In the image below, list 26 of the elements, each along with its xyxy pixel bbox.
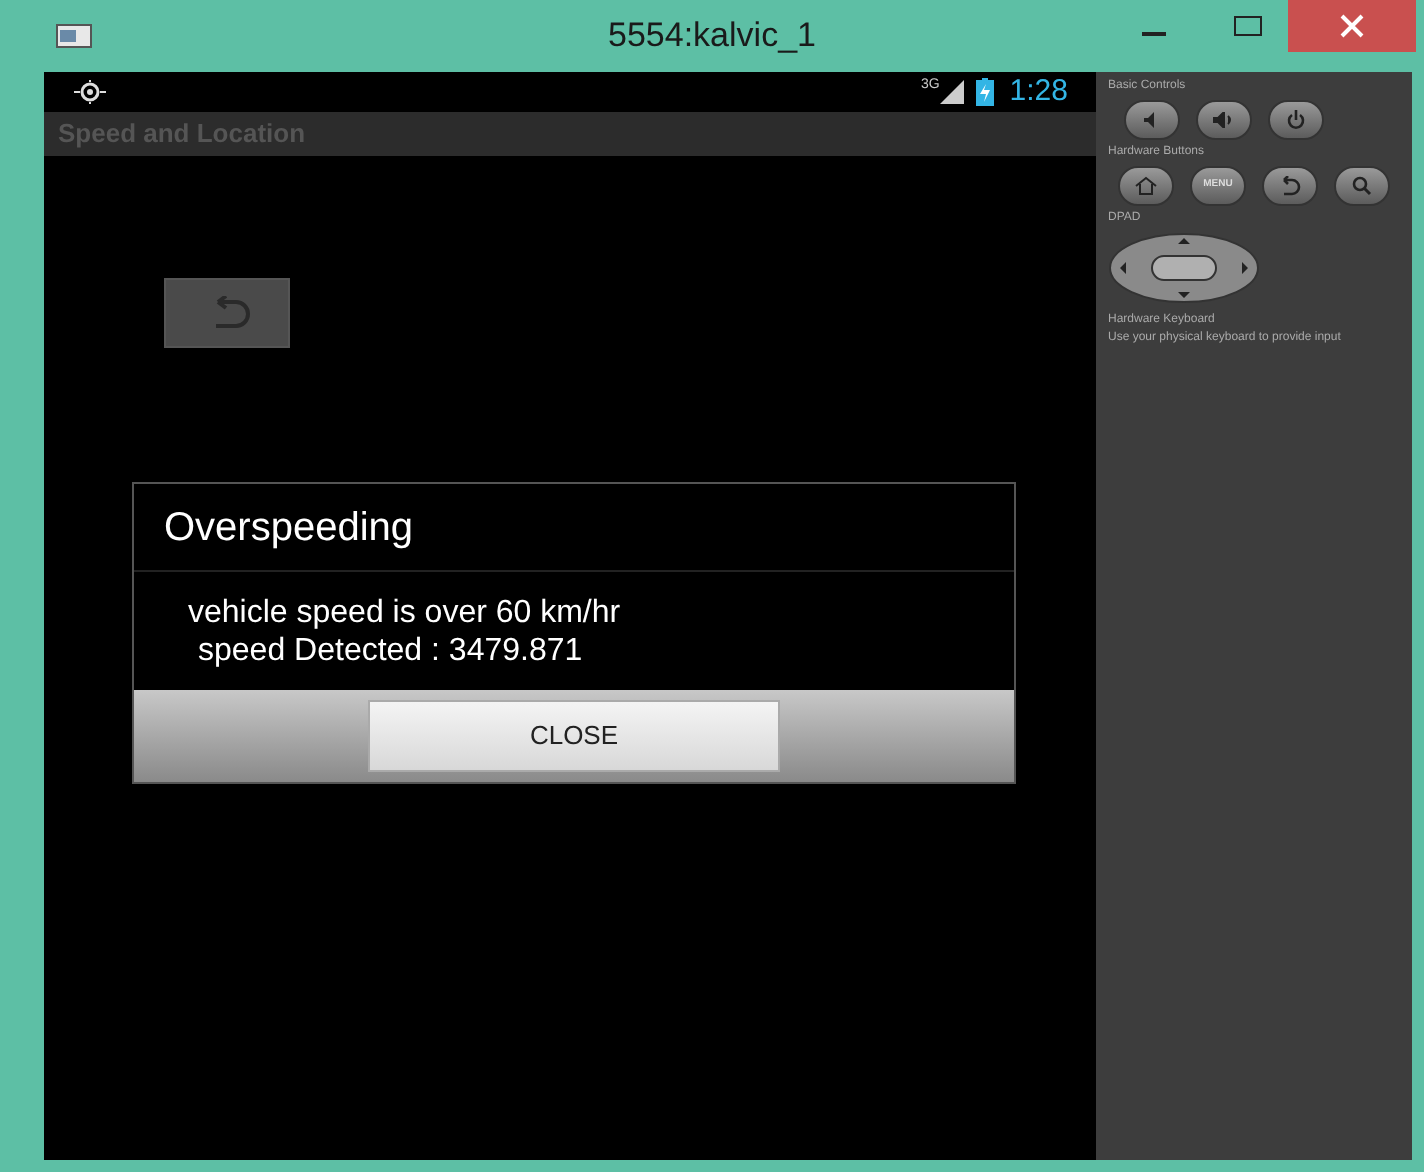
dialog-message: vehicle speed is over 60 km/hr	[188, 593, 623, 631]
volume-up-button[interactable]	[1196, 100, 1252, 140]
close-button[interactable]	[1288, 0, 1416, 52]
dialog-message: speed Detected : 3479.871	[196, 631, 585, 669]
battery-icon	[975, 78, 994, 106]
power-icon	[1286, 110, 1306, 130]
window-title: 5554:kalvic_1	[608, 14, 816, 59]
home-button[interactable]	[1118, 166, 1174, 206]
volume-down-button[interactable]	[1124, 100, 1180, 140]
close-icon	[1340, 14, 1364, 38]
search-icon	[1352, 176, 1372, 196]
dialog-title: Overspeeding	[164, 503, 414, 553]
search-button[interactable]	[1334, 166, 1390, 206]
speaker-icon	[1212, 112, 1236, 128]
signal-icon	[939, 80, 964, 104]
status-time: 1:28	[1009, 71, 1068, 112]
minimize-icon	[1142, 32, 1166, 36]
power-button[interactable]	[1268, 100, 1324, 140]
close-dialog-button[interactable]: CLOSE	[368, 700, 780, 772]
house-icon	[1134, 176, 1158, 196]
maximize-icon	[1234, 16, 1262, 36]
dpad-control[interactable]	[1108, 232, 1260, 304]
back-key-button[interactable]	[1262, 166, 1318, 206]
location-icon	[72, 78, 108, 106]
window-icon	[56, 24, 92, 48]
return-arrow-icon	[1278, 176, 1302, 196]
